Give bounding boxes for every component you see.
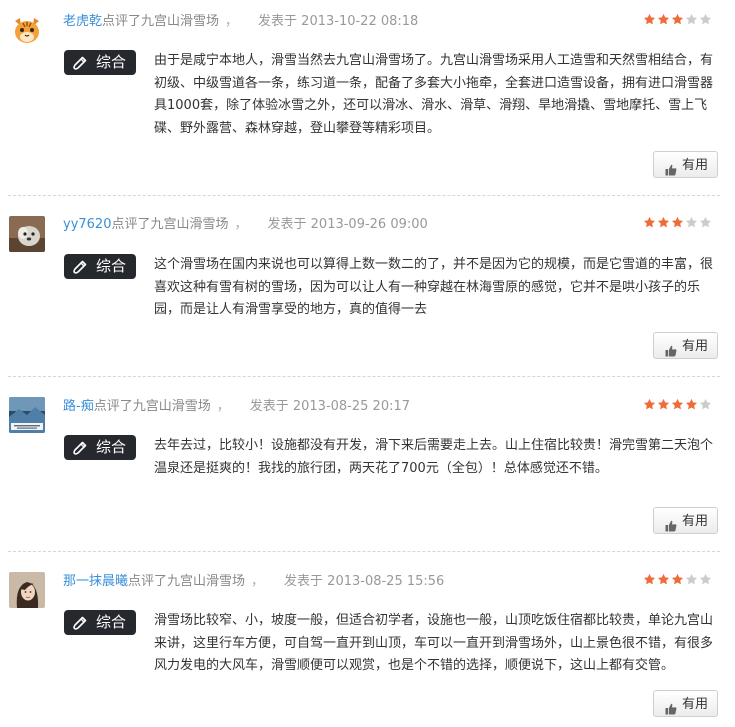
review-meta: 路-痴点评了九宫山滑雪场 ， 发表于 2013-08-25 20:17 — [63, 397, 410, 417]
star-filled-icon — [657, 398, 670, 411]
useful-button[interactable]: 有用 — [653, 507, 718, 534]
review-content: 滑雪场比较窄、小，坡度一般，但适合初学者，设施也一般，山顶吃饭住宿都比较贵，单论… — [154, 613, 714, 673]
tag-label: 综合 — [96, 257, 127, 275]
star-filled-icon — [643, 216, 656, 229]
divider — [8, 376, 720, 377]
review-action[interactable]: 点评了九宫山滑雪场 — [94, 399, 211, 414]
star-filled-icon — [643, 398, 656, 411]
star-filled-icon — [657, 13, 670, 26]
username-link[interactable]: 路-痴 — [63, 399, 94, 414]
pencil-icon — [72, 439, 88, 455]
review-content: 由于是咸宁本地人，滑雪当然去九宫山滑雪场了。九宫山滑雪场采用人工造雪和天然雪相结… — [154, 53, 714, 136]
useful-label: 有用 — [682, 339, 709, 354]
pencil-icon — [72, 614, 88, 630]
posted-time: 发表于 2013-10-22 08:18 — [258, 14, 419, 29]
useful-button[interactable]: 有用 — [653, 151, 718, 178]
useful-label: 有用 — [682, 514, 709, 529]
useful-label: 有用 — [682, 158, 709, 173]
username-link[interactable]: 那一抹晨曦 — [63, 574, 128, 589]
star-rating — [643, 13, 713, 29]
pencil-icon — [72, 54, 88, 70]
thumbs-up-icon — [665, 340, 677, 357]
star-filled-icon — [657, 573, 670, 586]
avatar[interactable] — [9, 572, 45, 608]
review-meta: 老虎乾点评了九宫山滑雪场 ， 发表于 2013-10-22 08:18 — [63, 12, 418, 32]
review-meta: 那一抹晨曦点评了九宫山滑雪场 ， 发表于 2013-08-25 15:56 — [63, 572, 444, 592]
useful-button[interactable]: 有用 — [653, 690, 718, 717]
star-filled-icon — [671, 13, 684, 26]
posted-time: 发表于 2013-09-26 09:00 — [267, 217, 428, 232]
thumbs-up-icon — [665, 698, 677, 715]
separator: ， — [225, 14, 239, 29]
star-rating — [643, 398, 713, 414]
star-filled-icon — [671, 573, 684, 586]
tag-badge: 综合 — [64, 254, 136, 279]
tag-label: 综合 — [96, 613, 127, 631]
tag-label: 综合 — [96, 53, 127, 71]
username-link[interactable]: 老虎乾 — [63, 14, 102, 29]
username-link[interactable]: yy7620 — [63, 217, 111, 232]
tag-badge: 综合 — [64, 435, 136, 460]
star-filled-icon — [657, 216, 670, 229]
star-filled-icon — [643, 573, 656, 586]
posted-time: 发表于 2013-08-25 15:56 — [284, 574, 445, 589]
star-empty-icon — [685, 13, 698, 26]
avatar[interactable] — [9, 12, 45, 48]
star-rating — [643, 216, 713, 232]
tag-badge: 综合 — [64, 610, 136, 635]
review-action[interactable]: 点评了九宫山滑雪场 — [111, 217, 228, 232]
review-content: 这个滑雪场在国内来说也可以算得上数一数二的了，并不是因为它的规模，而是它雪道的丰… — [154, 257, 714, 317]
separator: ， — [251, 574, 265, 589]
separator: ， — [216, 399, 230, 414]
tag-label: 综合 — [96, 438, 127, 456]
separator: ， — [234, 217, 248, 232]
divider — [8, 195, 720, 196]
divider — [8, 551, 720, 552]
review-meta: yy7620点评了九宫山滑雪场 ， 发表于 2013-09-26 09:00 — [63, 215, 428, 235]
star-empty-icon — [699, 13, 712, 26]
star-rating — [643, 573, 713, 589]
star-filled-icon — [685, 398, 698, 411]
star-filled-icon — [643, 13, 656, 26]
review-content: 去年去过，比较小！设施都没有开发，滑下来后需要走上去。山上住宿比较贵！滑完雪第二… — [154, 438, 714, 476]
review-action[interactable]: 点评了九宫山滑雪场 — [102, 14, 219, 29]
avatar[interactable] — [9, 216, 45, 252]
thumbs-up-icon — [665, 159, 677, 176]
thumbs-up-icon — [665, 515, 677, 532]
star-empty-icon — [685, 216, 698, 229]
review-action[interactable]: 点评了九宫山滑雪场 — [128, 574, 245, 589]
posted-time: 发表于 2013-08-25 20:17 — [249, 399, 411, 414]
star-empty-icon — [685, 573, 698, 586]
pencil-icon — [72, 258, 88, 274]
avatar[interactable] — [9, 397, 45, 433]
star-empty-icon — [699, 573, 712, 586]
star-filled-icon — [671, 398, 684, 411]
useful-button[interactable]: 有用 — [653, 332, 718, 359]
useful-label: 有用 — [682, 697, 709, 712]
tag-badge: 综合 — [64, 50, 136, 75]
star-empty-icon — [699, 216, 712, 229]
star-filled-icon — [671, 216, 684, 229]
star-empty-icon — [699, 398, 712, 411]
